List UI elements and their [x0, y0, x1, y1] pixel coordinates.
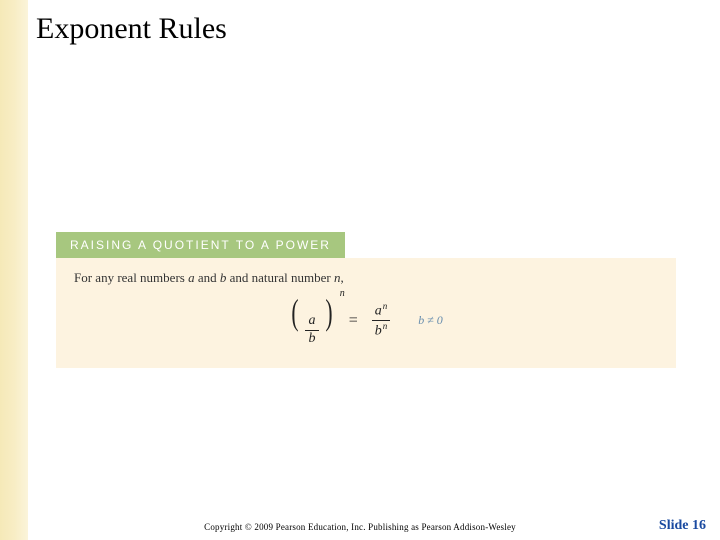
rhs-den-exp: n — [383, 321, 388, 331]
rhs-den-base: b — [375, 324, 382, 339]
decorative-sidebar — [0, 0, 28, 540]
rule-box: RAISING A QUOTIENT TO A POWER For any re… — [56, 232, 676, 368]
lhs-quotient: ( a b ) n — [289, 294, 335, 348]
lhs-den: b — [305, 331, 318, 348]
left-paren-icon: ( — [292, 294, 299, 330]
equals-sign: = — [349, 312, 358, 330]
intro-pre: For any real numbers — [74, 270, 188, 285]
intro-mid: and natural number — [226, 270, 334, 285]
page-title: Exponent Rules — [36, 12, 227, 46]
rhs-den: bn — [372, 321, 391, 340]
copyright-text: Copyright © 2009 Pearson Education, Inc.… — [204, 522, 516, 532]
rhs-num-exp: n — [383, 301, 388, 311]
rhs-fraction: an bn — [372, 301, 391, 341]
rhs-num: an — [372, 301, 391, 320]
rule-header-suffix: TO A POWER — [231, 238, 331, 252]
intro-post: , — [340, 270, 343, 285]
footer: Copyright © 2009 Pearson Education, Inc.… — [0, 522, 720, 532]
right-paren-icon: ) — [325, 294, 332, 330]
intro-and: and — [195, 270, 220, 285]
formula: ( a b ) n = an bn — [289, 294, 390, 348]
slide-number: Slide 16 — [659, 518, 706, 534]
rule-header: RAISING A QUOTIENT TO A POWER — [56, 232, 345, 258]
rule-header-prefix: RAISING A QUOTIENT — [70, 238, 231, 252]
rhs-num-base: a — [375, 304, 382, 319]
rule-body: For any real numbers a and b and natural… — [56, 258, 676, 368]
condition: b ≠ 0 — [418, 313, 443, 328]
rule-intro: For any real numbers a and b and natural… — [74, 270, 658, 286]
slide: Exponent Rules RAISING A QUOTIENT TO A P… — [0, 0, 720, 540]
lhs-fraction: a b — [305, 313, 319, 348]
lhs-exponent: n — [340, 288, 345, 299]
formula-row: ( a b ) n = an bn — [74, 294, 658, 348]
lhs-num: a — [305, 313, 318, 330]
